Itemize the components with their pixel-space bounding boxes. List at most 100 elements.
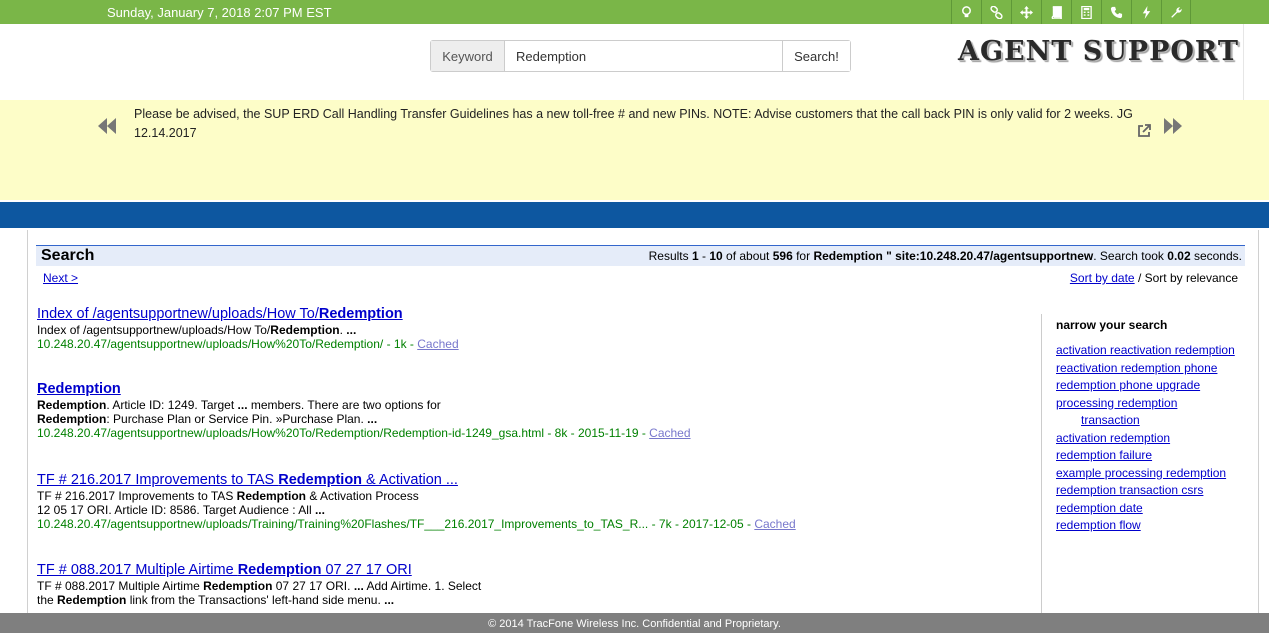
snippet-text: . Article ID: 1249. Target	[106, 398, 238, 412]
narrow-search-panel: narrow your search activation reactivati…	[1041, 314, 1251, 613]
narrow-search-link[interactable]: reactivation redemption phone	[1056, 360, 1251, 378]
narrow-search-link[interactable]: example processing redemption	[1056, 465, 1251, 483]
result-title-part: TF # 088.2017 Multiple Airtime	[37, 562, 238, 578]
stats-to: 10	[709, 249, 723, 263]
narrow-search-link[interactable]: redemption flow	[1056, 517, 1251, 535]
snippet-highlight: Redemption	[270, 323, 340, 337]
phone-icon[interactable]	[1101, 0, 1131, 24]
snippet-text: link from the Transactions' left-hand si…	[126, 593, 385, 607]
narrow-search-link[interactable]: redemption transaction csrs	[1056, 482, 1251, 500]
snippet-text: TF # 088.2017 Multiple Airtime	[37, 579, 204, 593]
move-arrows-icon[interactable]	[1011, 0, 1041, 24]
narrow-search-link[interactable]: transaction	[1056, 412, 1251, 430]
stats-text: of about	[722, 249, 773, 263]
cached-link[interactable]: Cached	[649, 426, 690, 440]
result-url: 10.248.20.47/agentsupportnew/uploads/Tra…	[37, 517, 755, 531]
result-url: 10.248.20.47/agentsupportnew/uploads/How…	[37, 337, 418, 351]
toolbar	[951, 0, 1191, 24]
result-snippet: TF # 088.2017 Multiple Airtime Redemptio…	[37, 579, 1027, 593]
snippet-highlight: Redemption	[37, 412, 107, 426]
previous-announcement-icon[interactable]	[97, 117, 117, 138]
cached-link[interactable]: Cached	[417, 337, 458, 351]
search-bar: Keyword Search!	[430, 40, 851, 72]
narrow-search-link[interactable]: processing redemption	[1056, 395, 1251, 413]
result-title-part: Redemption	[237, 562, 322, 578]
snippet-highlight: Redemption	[203, 579, 273, 593]
next-announcement-icon[interactable]	[1163, 117, 1183, 138]
cached-link[interactable]: Cached	[754, 517, 795, 531]
search-result: TF # 088.2017 Multiple Airtime Redemptio…	[37, 562, 1027, 607]
top-bar: Sunday, January 7, 2018 2:07 PM EST	[0, 0, 1269, 24]
stats-total: 596	[772, 249, 793, 263]
result-url: 10.248.20.47/agentsupportnew/uploads/How…	[37, 426, 650, 440]
results-title: Search	[41, 247, 95, 264]
stats-text: . Search took	[1093, 249, 1168, 263]
result-url-line: 10.248.20.47/agentsupportnew/uploads/How…	[37, 426, 1027, 440]
result-title-link[interactable]: TF # 088.2017 Multiple Airtime Redemptio…	[37, 562, 1027, 579]
result-snippet: Index of /agentsupportnew/uploads/How To…	[37, 323, 1027, 337]
snippet-highlight: ...	[314, 503, 325, 517]
snippet-text: & Activation Process	[306, 489, 419, 503]
book-icon[interactable]	[1041, 0, 1071, 24]
result-title-link[interactable]: Index of /agentsupportnew/uploads/How To…	[37, 306, 1027, 323]
sort-by-relevance: / Sort by relevance	[1134, 271, 1238, 285]
stats-text: Results	[648, 249, 692, 263]
search-result: Redemption Redemption. Article ID: 1249. …	[37, 381, 1027, 440]
search-results-panel: Search Results 1 - 10 of about 596 for R…	[27, 230, 1259, 613]
narrow-search-link[interactable]: redemption date	[1056, 500, 1251, 518]
next-page-link[interactable]: Next >	[43, 271, 78, 285]
external-link-icon[interactable]	[1137, 124, 1151, 141]
header-scrollbar[interactable]	[1243, 24, 1269, 100]
stats-text: for	[792, 249, 814, 263]
bolt-icon[interactable]	[1131, 0, 1161, 24]
navigation-bar	[0, 202, 1269, 228]
sort-by-date-link[interactable]: Sort by date	[1070, 271, 1135, 285]
narrow-search-title: narrow your search	[1056, 318, 1168, 332]
search-result: Index of /agentsupportnew/uploads/How To…	[37, 306, 1027, 351]
stats-query: Redemption " site:10.248.20.47/agentsupp…	[813, 249, 1094, 263]
result-title-part: Redemption	[37, 381, 121, 397]
results-stats: Results 1 - 10 of about 596 for Redempti…	[649, 249, 1242, 263]
lightbulb-icon[interactable]	[951, 0, 981, 24]
agent-support-logo: AGENT SUPPORT	[958, 36, 1239, 67]
snippet-highlight: ...	[367, 412, 378, 426]
footer: © 2014 TracFone Wireless Inc. Confidenti…	[0, 613, 1269, 633]
result-title-part: 07 27 17 ORI	[321, 562, 412, 578]
result-title-link[interactable]: TF # 216.2017 Improvements to TAS Redemp…	[37, 472, 1027, 489]
wrench-icon[interactable]	[1161, 0, 1191, 24]
snippet-text: members. There are two options for	[247, 398, 441, 412]
snippet-text: : Purchase Plan or Service Pin. »Purchas…	[106, 412, 368, 426]
narrow-search-list: activation reactivation redemption reacti…	[1056, 342, 1251, 535]
narrow-search-link[interactable]: redemption phone upgrade	[1056, 377, 1251, 395]
snippet-highlight: ...	[346, 323, 357, 337]
result-snippet: the Redemption link from the Transaction…	[37, 593, 1027, 607]
result-snippet: 12 05 17 ORI. Article ID: 8586. Target A…	[37, 503, 1027, 517]
narrow-search-link[interactable]: redemption failure	[1056, 447, 1251, 465]
stats-text: -	[698, 249, 710, 263]
result-snippet: TF # 216.2017 Improvements to TAS Redemp…	[37, 489, 1027, 503]
clipped-result-url	[37, 606, 837, 613]
result-title-part: TF # 216.2017 Improvements to TAS	[37, 472, 279, 488]
search-input[interactable]	[505, 41, 782, 71]
result-title-part: Redemption	[318, 306, 403, 322]
result-snippet: Redemption. Article ID: 1249. Target ...…	[37, 398, 1027, 412]
snippet-highlight: ...	[353, 579, 364, 593]
sort-options: Sort by date / Sort by relevance	[1070, 271, 1238, 285]
result-title-link[interactable]: Redemption	[37, 381, 1027, 398]
snippet-text: TF # 216.2017 Improvements to TAS	[37, 489, 237, 503]
result-url-line: 10.248.20.47/agentsupportnew/uploads/How…	[37, 337, 1027, 351]
result-title-part: & Activation ...	[362, 472, 458, 488]
results-header: Search Results 1 - 10 of about 596 for R…	[36, 245, 1245, 266]
calculator-icon[interactable]	[1071, 0, 1101, 24]
stats-text: seconds.	[1190, 249, 1242, 263]
narrow-search-link[interactable]: activation redemption	[1056, 430, 1251, 448]
result-snippet: Redemption: Purchase Plan or Service Pin…	[37, 412, 1027, 426]
snippet-text: 12 05 17 ORI. Article ID: 8586. Target A…	[37, 503, 315, 517]
result-title-part: Redemption	[278, 472, 363, 488]
search-button[interactable]: Search!	[782, 41, 850, 71]
narrow-search-link[interactable]: activation reactivation redemption	[1056, 342, 1251, 360]
link-icon[interactable]	[981, 0, 1011, 24]
result-url-line: 10.248.20.47/agentsupportnew/uploads/Tra…	[37, 517, 1027, 531]
snippet-text: Add Airtime. 1. Select	[363, 579, 482, 593]
announcement-text: Please be advised, the SUP ERD Call Hand…	[134, 107, 1133, 140]
